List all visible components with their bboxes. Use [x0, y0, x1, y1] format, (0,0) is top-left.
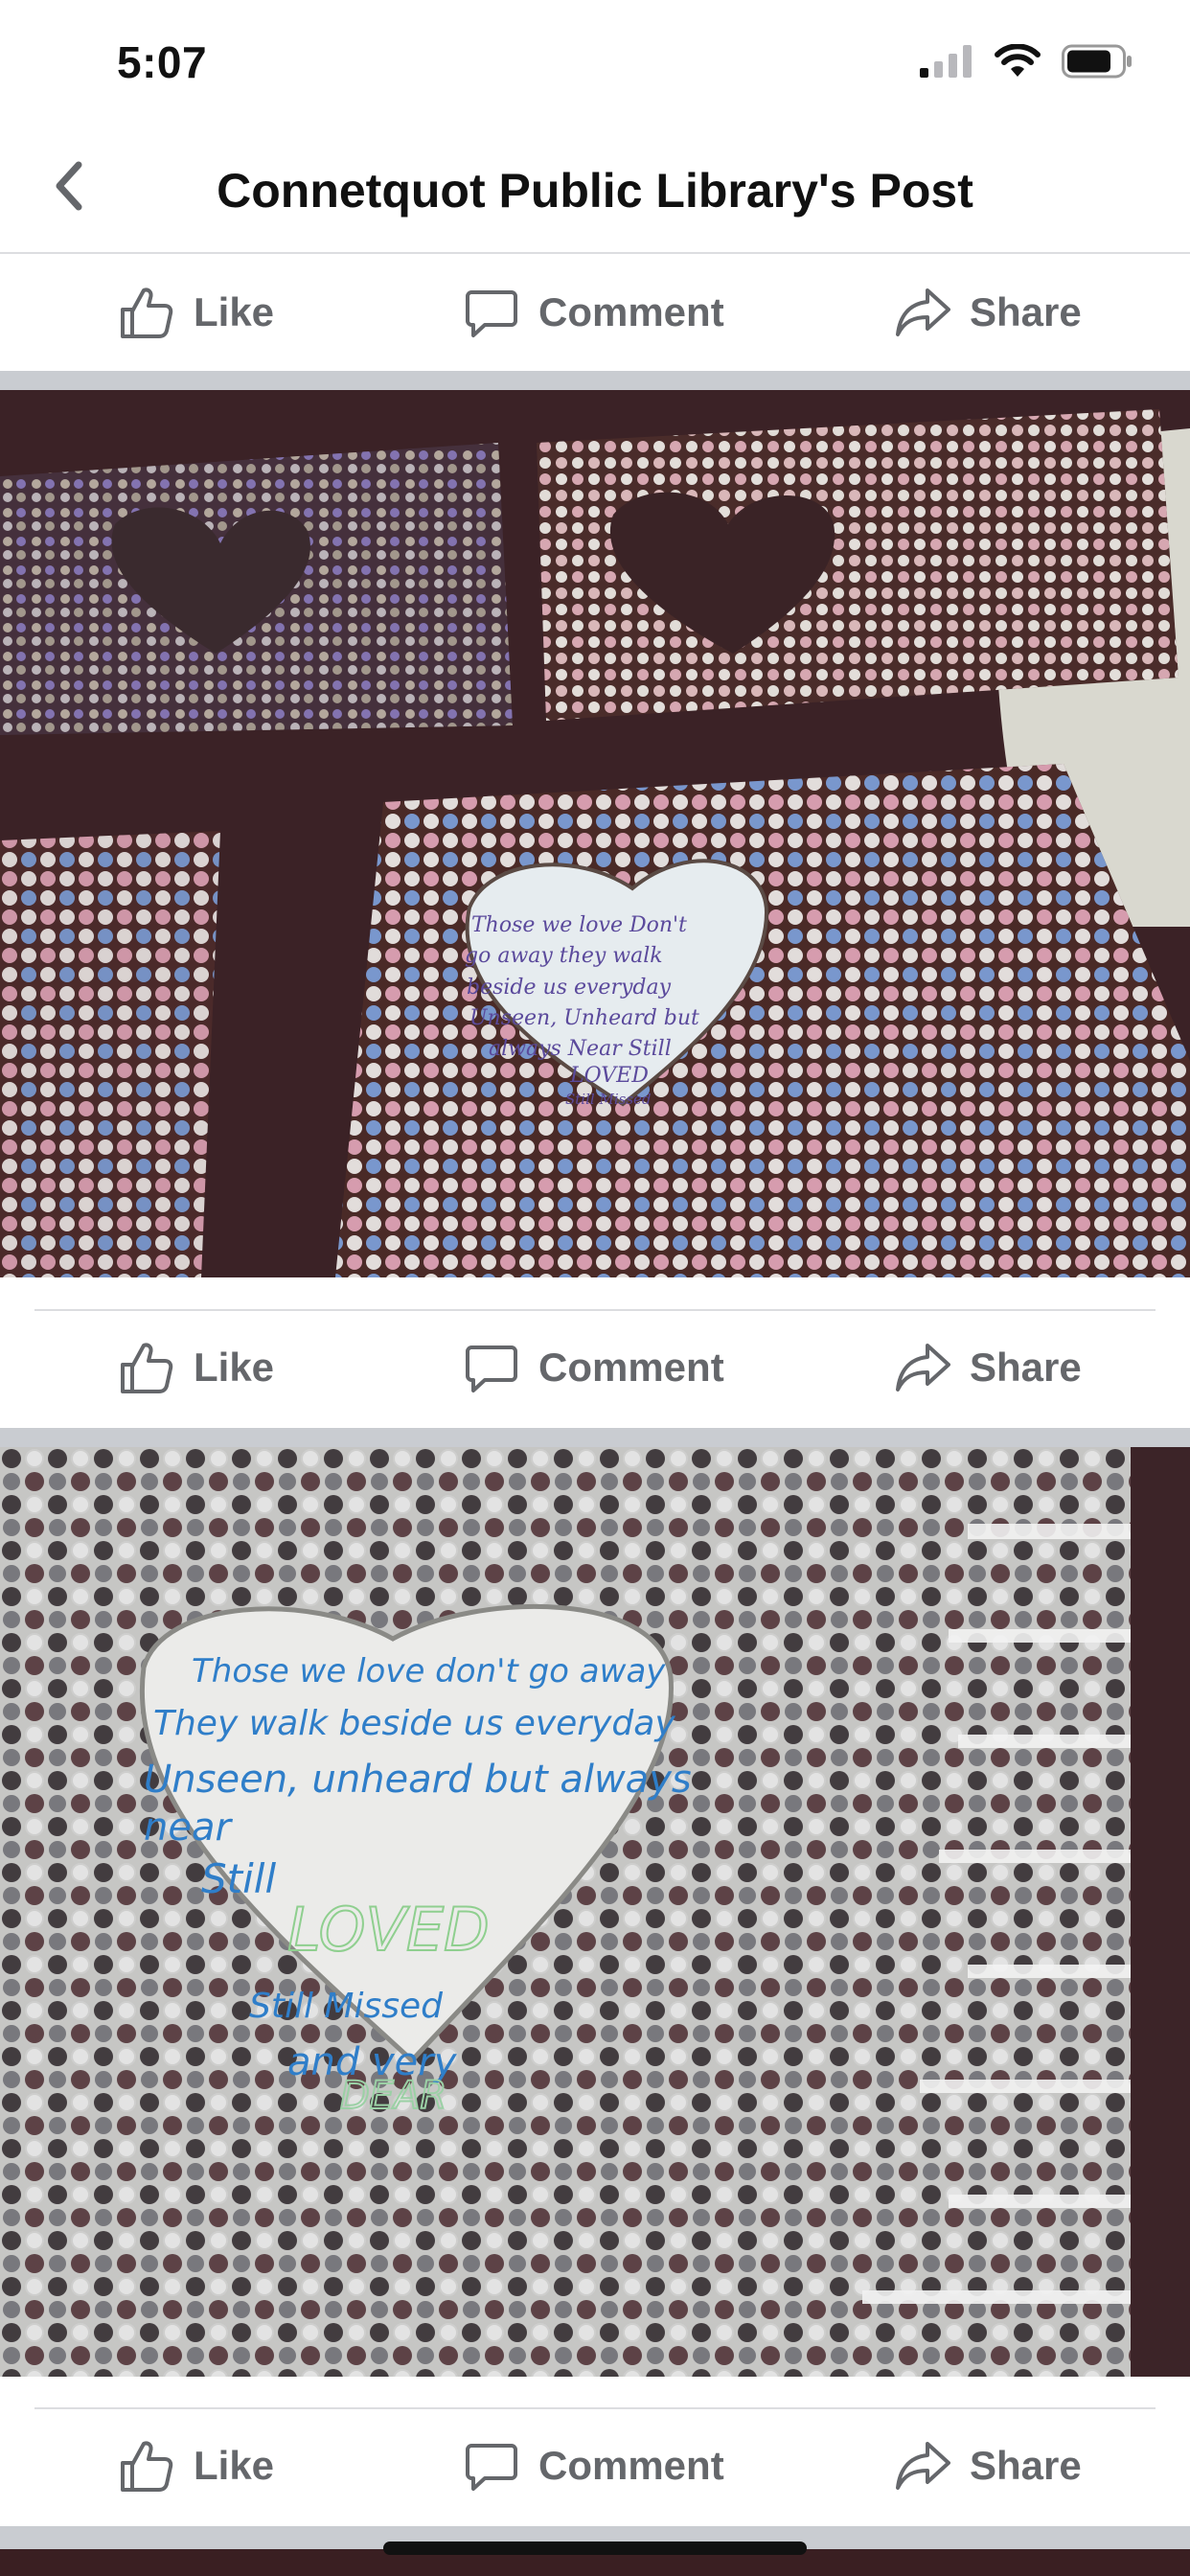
share-label: Share	[970, 2443, 1082, 2488]
svg-text:near: near	[144, 1806, 233, 1850]
svg-text:beside us everyday: beside us everyday	[467, 976, 672, 1000]
comment-label: Comment	[538, 289, 724, 334]
svg-text:Still: Still	[201, 1855, 276, 1902]
comment-button[interactable]: Comment	[464, 269, 724, 356]
post-action-bar: Like Comment Share	[0, 2409, 1190, 2522]
status-icons	[920, 44, 1133, 79]
svg-text:LOVED: LOVED	[569, 1064, 649, 1088]
home-indicator[interactable]	[383, 2542, 807, 2555]
post-separator	[0, 1428, 1190, 1447]
share-label: Share	[970, 1345, 1082, 1390]
comment-button[interactable]: Comment	[464, 1324, 724, 1411]
cellular-signal-icon	[920, 45, 972, 78]
comment-bubble-icon	[466, 2444, 517, 2491]
svg-text:Those we love Don't: Those we love Don't	[471, 913, 687, 937]
like-label: Like	[194, 289, 275, 334]
post-action-bar: Like Comment Share	[0, 1311, 1190, 1424]
svg-text:Those we love don't go away: Those we love don't go away	[192, 1652, 666, 1690]
svg-text:Still Missed: Still Missed	[565, 1091, 652, 1108]
like-button[interactable]: Like	[119, 2423, 274, 2509]
post-photo[interactable]: Those we love Don't go away they walk be…	[0, 390, 1190, 1277]
share-button[interactable]: Share	[895, 1324, 1082, 1411]
share-label: Share	[970, 289, 1082, 334]
svg-text:Unseen, unheard but always: Unseen, unheard but always	[144, 1758, 692, 1802]
svg-text:always Near Still: always Near Still	[489, 1037, 672, 1061]
post-separator	[0, 371, 1190, 390]
photo-silver-heart-frame-image: Those we love don't go away They walk be…	[0, 1447, 1190, 2377]
status-bar: 5:07	[0, 0, 1190, 125]
post-photo[interactable]: Those we love don't go away They walk be…	[0, 1447, 1190, 2377]
svg-text:Unseen, Unheard but: Unseen, Unheard but	[469, 1006, 699, 1030]
wifi-icon	[995, 44, 1041, 77]
comment-label: Comment	[538, 2443, 724, 2488]
svg-text:Still Missed: Still Missed	[249, 1987, 444, 2026]
svg-text:DEAR: DEAR	[340, 2074, 446, 2118]
status-time: 5:07	[117, 37, 208, 87]
like-label: Like	[194, 1345, 275, 1390]
photo-heart-frames-image: Those we love Don't go away they walk be…	[0, 390, 1190, 1277]
comment-label: Comment	[538, 1345, 724, 1390]
like-button[interactable]: Like	[119, 1324, 274, 1411]
svg-text:go away they walk: go away they walk	[465, 944, 663, 968]
comment-bubble-icon	[466, 290, 517, 337]
comment-button[interactable]: Comment	[464, 2423, 724, 2509]
svg-text:LOVED: LOVED	[287, 1895, 490, 1965]
share-button[interactable]: Share	[895, 269, 1082, 356]
share-arrow-icon	[896, 288, 950, 336]
share-button[interactable]: Share	[895, 2423, 1082, 2509]
thumbs-up-icon	[121, 2441, 173, 2492]
page-title: Connetquot Public Library's Post	[217, 164, 973, 218]
comment-bubble-icon	[466, 1346, 517, 1392]
share-arrow-icon	[896, 1344, 950, 1392]
svg-text:They walk beside us everyday: They walk beside us everyday	[153, 1704, 675, 1743]
battery-icon	[1062, 44, 1132, 79]
thumbs-up-icon	[121, 288, 173, 338]
share-arrow-icon	[896, 2442, 950, 2490]
post-action-bar: Like Comment Share	[0, 256, 1190, 369]
nav-bar: Connetquot Public Library's Post	[0, 125, 1190, 254]
thumbs-up-icon	[121, 1343, 173, 1393]
like-label: Like	[194, 2443, 275, 2488]
like-button[interactable]: Like	[119, 269, 274, 356]
